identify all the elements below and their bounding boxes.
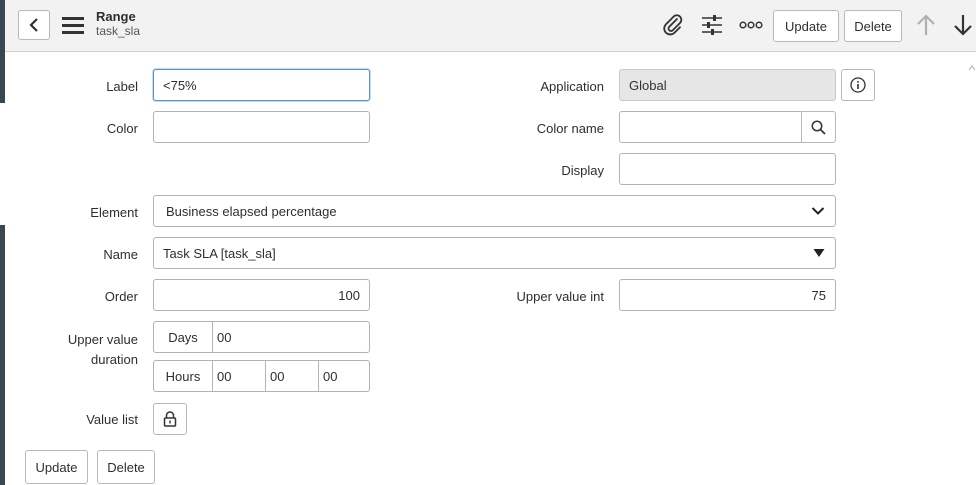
element-select-value: Business elapsed percentage [166,203,337,219]
order-input[interactable]: 100 [153,279,370,311]
more-icon[interactable] [739,13,763,37]
duration-time-group: Hours 00 00 00 [153,360,370,392]
info-icon [850,77,866,93]
header-update-button[interactable]: Update [773,10,839,42]
element-select[interactable]: Business elapsed percentage [153,195,836,227]
arrow-up-icon[interactable] [914,13,938,37]
days-input[interactable]: 00 [213,322,369,352]
label-field-label: Label [106,79,138,94]
upper-value-int-input[interactable]: 75 [619,279,836,311]
upper-value-duration-field-label: Upper value duration [40,330,138,370]
upper-value-int-field-label: Upper value int [516,289,604,304]
color-name-lookup-button[interactable] [801,111,836,143]
element-field-label: Element [90,205,138,220]
lock-icon [163,411,177,427]
scrollbar[interactable] [968,60,976,90]
form-header: Range task_sla Update Delete [5,0,976,52]
footer-update-button[interactable]: Update [25,450,88,484]
duration-days-group: Days 00 [153,321,370,353]
color-name-input[interactable] [619,111,802,143]
duration-label-line2: duration [91,352,138,367]
left-nav-strip [0,0,5,485]
application-field-label: Application [540,79,604,94]
footer-delete-button[interactable]: Delete [97,450,155,484]
page-subtitle: task_sla [96,24,141,38]
back-button[interactable] [18,10,50,40]
color-field-label: Color [106,121,138,136]
triangle-down-icon [813,249,825,257]
name-select[interactable]: Task SLA [task_sla] [153,237,836,269]
page-title: Range [96,9,136,24]
display-input[interactable] [619,153,836,185]
paperclip-icon[interactable] [661,13,685,37]
label-input[interactable]: <75% [153,69,370,101]
order-field-label: Order [104,289,138,304]
hours-label: Hours [154,361,213,391]
application-info-button[interactable] [841,69,875,101]
application-input: Global [619,69,836,101]
chevron-down-icon [811,207,825,215]
color-input[interactable] [153,111,370,143]
sliders-icon[interactable] [700,13,724,37]
duration-label-line1: Upper value [67,332,138,347]
search-icon [811,120,826,135]
arrow-down-icon[interactable] [951,13,975,37]
menu-icon[interactable] [62,14,84,36]
back-icon [29,18,38,32]
value-list-lock-button[interactable] [153,403,187,435]
minutes-input[interactable]: 00 [266,361,319,391]
value-list-field-label: Value list [86,412,138,427]
color-name-field-label: Color name [536,121,604,136]
seconds-input[interactable]: 00 [319,361,369,391]
header-delete-button[interactable]: Delete [844,10,902,42]
title-block: Range task_sla [96,9,140,39]
name-select-value: Task SLA [task_sla] [163,245,276,261]
hours-input[interactable]: 00 [213,361,266,391]
name-field-label: Name [103,247,138,262]
days-label: Days [154,322,213,352]
display-field-label: Display [561,163,604,178]
